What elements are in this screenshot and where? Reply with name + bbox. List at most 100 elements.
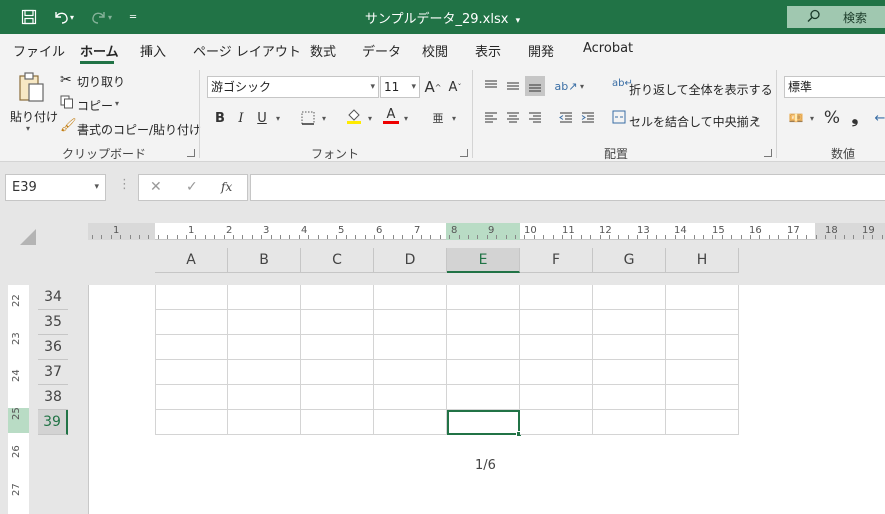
tab-developer[interactable]: 開発 <box>528 41 554 60</box>
font-color-dropdown-icon[interactable]: ▾ <box>404 114 408 123</box>
column-header-a[interactable]: A <box>155 248 228 273</box>
cell-c36[interactable] <box>301 335 374 360</box>
column-header-b[interactable]: B <box>228 248 301 273</box>
cell-f38[interactable] <box>520 385 593 410</box>
cell-d34[interactable] <box>374 285 447 310</box>
cell-c34[interactable] <box>301 285 374 310</box>
row-header-37[interactable]: 37 <box>38 360 68 385</box>
tab-review[interactable]: 校閲 <box>422 41 448 60</box>
tab-view[interactable]: 表示 <box>475 41 501 60</box>
row-header-34[interactable]: 34 <box>38 285 68 310</box>
orientation-dropdown-icon[interactable]: ▾ <box>580 82 584 91</box>
cell-d39[interactable] <box>374 410 447 435</box>
cell-g39[interactable] <box>593 410 666 435</box>
format-painter-button[interactable]: 🖌 書式のコピー/貼り付け <box>60 118 201 138</box>
cell-a34[interactable] <box>155 285 228 310</box>
cell-e36[interactable] <box>447 335 520 360</box>
bold-button[interactable]: B <box>210 108 230 128</box>
cell-e38[interactable] <box>447 385 520 410</box>
cancel-icon[interactable]: ✕ <box>150 179 162 195</box>
merge-center-button[interactable]: セルを結合して中央揃え ▾ <box>612 110 767 130</box>
cell-b38[interactable] <box>228 385 301 410</box>
cell-g35[interactable] <box>593 310 666 335</box>
tab-insert[interactable]: 挿入 <box>140 41 166 60</box>
cell-h39[interactable] <box>666 410 739 435</box>
row-header-35[interactable]: 35 <box>38 310 68 335</box>
cell-a39[interactable] <box>155 410 228 435</box>
tab-file[interactable]: ファイル <box>13 41 65 60</box>
tab-page-layout[interactable]: ページ レイアウト <box>193 41 301 60</box>
row-header-39[interactable]: 39 <box>38 410 68 435</box>
insert-function-icon[interactable]: fx <box>221 180 232 194</box>
cell-d36[interactable] <box>374 335 447 360</box>
cell-a36[interactable] <box>155 335 228 360</box>
tab-data[interactable]: データ <box>362 41 401 60</box>
select-all-icon[interactable] <box>20 229 36 245</box>
cell-e34[interactable] <box>447 285 520 310</box>
border-button[interactable] <box>298 108 318 128</box>
font-color-button[interactable]: A <box>381 106 401 126</box>
cell-g37[interactable] <box>593 360 666 385</box>
cell-h34[interactable] <box>666 285 739 310</box>
column-header-e[interactable]: E <box>447 248 520 273</box>
enter-icon[interactable]: ✓ <box>186 179 198 195</box>
font-name-combo[interactable]: 游ゴシック ▾ <box>207 76 379 98</box>
number-format-combo[interactable]: 標準 <box>784 76 885 98</box>
cell-a35[interactable] <box>155 310 228 335</box>
cell-d35[interactable] <box>374 310 447 335</box>
font-size-combo[interactable]: 11 ▾ <box>380 76 420 98</box>
active-cell[interactable] <box>447 410 520 435</box>
cell-b34[interactable] <box>228 285 301 310</box>
cell-f35[interactable] <box>520 310 593 335</box>
column-header-d[interactable]: D <box>374 248 447 273</box>
align-left-button[interactable] <box>481 108 501 128</box>
cell-e37[interactable] <box>447 360 520 385</box>
cell-c37[interactable] <box>301 360 374 385</box>
accounting-dropdown-icon[interactable]: ▾ <box>810 114 814 123</box>
increase-indent-button[interactable] <box>578 108 598 128</box>
grow-font-button[interactable]: A ^ <box>423 77 443 97</box>
row-header-38[interactable]: 38 <box>38 385 68 410</box>
tab-formulas[interactable]: 数式 <box>310 41 336 60</box>
column-header-h[interactable]: H <box>666 248 739 273</box>
orientation-button[interactable]: ab↗ <box>555 76 578 96</box>
cell-f34[interactable] <box>520 285 593 310</box>
cell-d38[interactable] <box>374 385 447 410</box>
cell-g38[interactable] <box>593 385 666 410</box>
underline-dropdown-icon[interactable]: ▾ <box>276 114 280 123</box>
fill-color-button[interactable] <box>344 106 364 126</box>
cell-c39[interactable] <box>301 410 374 435</box>
increase-decimal-button[interactable]: ← <box>870 108 885 128</box>
cell-h35[interactable] <box>666 310 739 335</box>
cell-g34[interactable] <box>593 285 666 310</box>
document-title[interactable]: サンプルデータ_29.xlsx ▾ <box>0 8 885 27</box>
tab-home[interactable]: ホーム <box>80 41 119 60</box>
alignment-launcher-icon[interactable] <box>764 149 772 157</box>
cell-g36[interactable] <box>593 335 666 360</box>
accounting-format-button[interactable]: 💴 <box>786 108 806 128</box>
phonetic-dropdown-icon[interactable]: ▾ <box>452 114 456 123</box>
column-header-g[interactable]: G <box>593 248 666 273</box>
row-header-36[interactable]: 36 <box>38 335 68 360</box>
paste-button[interactable]: 貼り付け ▾ <box>8 70 58 134</box>
fill-color-dropdown-icon[interactable]: ▾ <box>368 114 372 123</box>
cell-f36[interactable] <box>520 335 593 360</box>
column-header-c[interactable]: C <box>301 248 374 273</box>
column-header-f[interactable]: F <box>520 248 593 273</box>
cell-c38[interactable] <box>301 385 374 410</box>
align-bottom-button[interactable] <box>525 76 545 96</box>
align-top-button[interactable] <box>481 76 501 96</box>
align-right-button[interactable] <box>525 108 545 128</box>
cell-h38[interactable] <box>666 385 739 410</box>
cell-b39[interactable] <box>228 410 301 435</box>
border-dropdown-icon[interactable]: ▾ <box>322 114 326 123</box>
cell-f39[interactable] <box>520 410 593 435</box>
cell-c35[interactable] <box>301 310 374 335</box>
cell-b35[interactable] <box>228 310 301 335</box>
search-box[interactable]: 検索 <box>787 6 885 28</box>
tab-acrobat[interactable]: Acrobat <box>583 41 633 56</box>
cell-b36[interactable] <box>228 335 301 360</box>
font-launcher-icon[interactable] <box>460 149 468 157</box>
cell-a38[interactable] <box>155 385 228 410</box>
cell-e35[interactable] <box>447 310 520 335</box>
